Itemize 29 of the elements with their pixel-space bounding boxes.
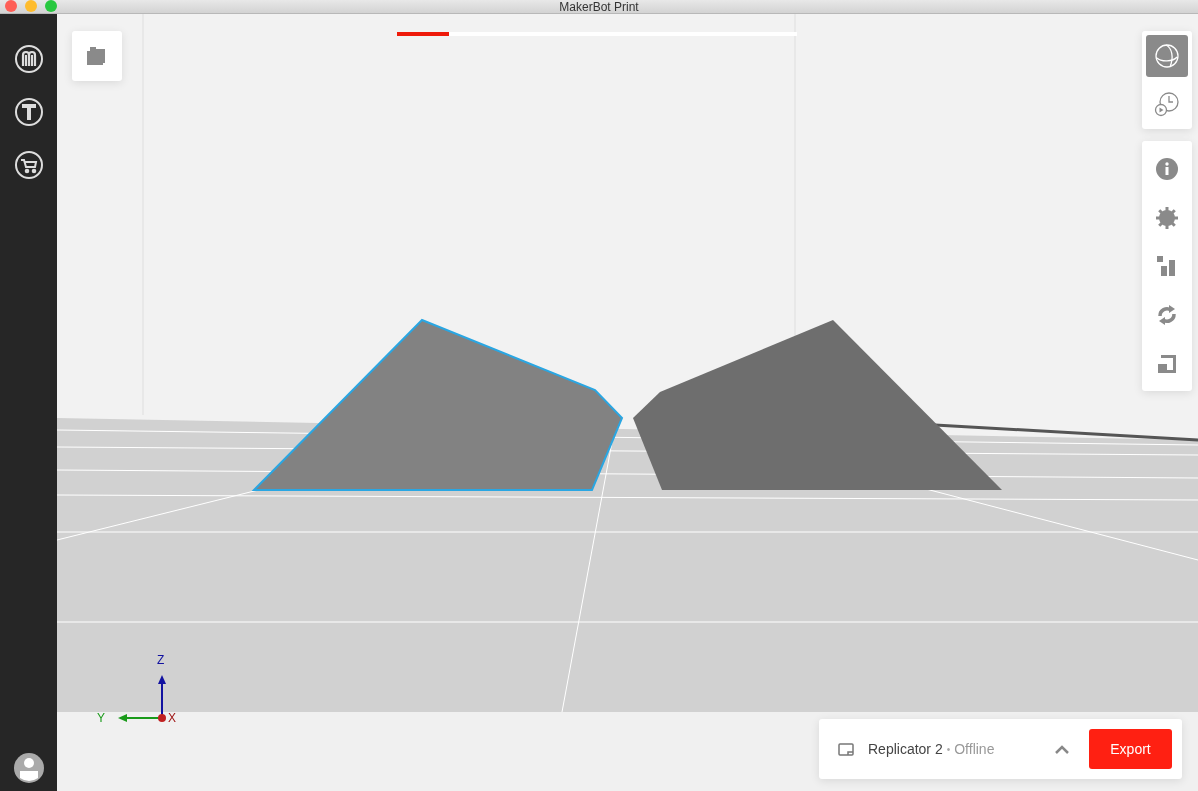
view-mode-button[interactable] (1146, 35, 1188, 77)
chevron-up-icon[interactable] (1055, 744, 1069, 754)
window-title: MakerBot Print (559, 0, 639, 14)
globe-icon (1154, 43, 1180, 69)
folder-icon (87, 47, 107, 65)
selected-model[interactable] (251, 318, 624, 491)
avatar-icon[interactable] (13, 753, 44, 783)
printer-status: Offline (954, 739, 995, 759)
scale-icon[interactable] (1157, 353, 1177, 374)
y-axis-label: Y (97, 711, 105, 725)
zoom-button[interactable] (45, 0, 57, 12)
cart-icon[interactable] (13, 150, 44, 180)
z-axis-label: Z (157, 653, 165, 667)
origin-dot (158, 714, 166, 722)
rotate-icon[interactable] (1156, 302, 1178, 327)
makerbot-logo-icon[interactable] (13, 44, 44, 74)
thingiverse-logo-icon[interactable] (13, 97, 44, 127)
open-file-button[interactable] (72, 31, 122, 81)
model[interactable] (633, 320, 1002, 490)
printer-name[interactable]: Replicator 2 (868, 738, 943, 760)
export-button[interactable]: Export (1089, 729, 1172, 769)
status-separator: • (946, 742, 951, 757)
x-axis-label: X (168, 711, 176, 725)
printer-icon (838, 742, 854, 756)
arrange-icon[interactable] (1157, 256, 1177, 276)
close-button[interactable] (5, 0, 17, 12)
clock-play-icon (1154, 91, 1180, 117)
settings-icon[interactable] (1156, 207, 1178, 230)
info-icon[interactable] (1156, 158, 1178, 181)
